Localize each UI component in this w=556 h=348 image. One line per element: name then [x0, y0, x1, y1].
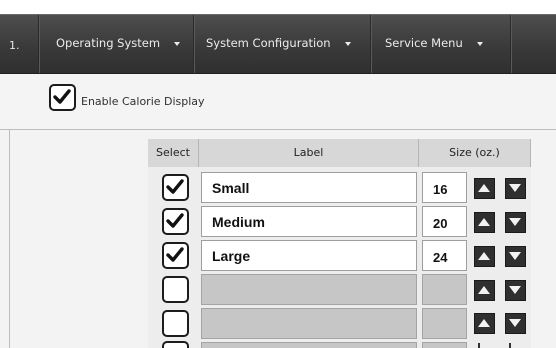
label-input-disabled	[201, 342, 417, 348]
size-up-button[interactable]	[474, 313, 495, 334]
size-input[interactable]: 16	[422, 172, 467, 203]
arrow-up-icon	[478, 286, 490, 294]
checkmark-icon	[166, 213, 184, 228]
arrow-up-icon	[478, 218, 490, 226]
label-input-value: Medium	[212, 214, 265, 230]
arrow-down-icon	[509, 252, 521, 260]
nav-separator	[38, 15, 39, 73]
size-up-button[interactable]	[474, 178, 495, 199]
menu-operating-system-label: Operating System	[56, 36, 161, 50]
row-select-checkbox[interactable]	[162, 242, 189, 269]
checkmark-icon	[166, 179, 184, 194]
menu-operating-system[interactable]: Operating System	[56, 36, 181, 50]
label-input-value: Large	[212, 248, 251, 264]
label-input-disabled	[201, 308, 417, 339]
size-input-disabled	[422, 274, 467, 305]
nav-menu-stub[interactable]: 1.	[9, 39, 20, 52]
size-input-value: 20	[433, 216, 448, 231]
size-down-button[interactable]	[509, 343, 511, 348]
size-down-button[interactable]	[505, 246, 526, 267]
arrow-down-icon	[509, 286, 521, 294]
arrow-down-icon	[509, 218, 521, 226]
column-header-size: Size (oz.)	[419, 139, 531, 167]
enable-calorie-label: Enable Calorie Display	[81, 95, 205, 108]
menu-system-configuration-label: System Configuration	[206, 36, 331, 50]
size-down-button[interactable]	[505, 212, 526, 233]
menu-system-configuration[interactable]: System Configuration	[206, 36, 351, 50]
size-down-button[interactable]	[505, 178, 526, 199]
size-up-button[interactable]	[474, 246, 495, 267]
size-up-button[interactable]	[474, 280, 495, 301]
nav-separator	[370, 15, 371, 73]
size-up-button[interactable]	[478, 343, 480, 348]
chevron-down-icon	[344, 41, 351, 46]
arrow-up-icon	[478, 319, 490, 327]
arrow-up-icon	[478, 184, 490, 192]
row-select-checkbox[interactable]	[162, 174, 189, 201]
arrow-up-icon	[478, 252, 490, 260]
label-input-value: Small	[212, 180, 250, 196]
size-input-value: 16	[433, 182, 448, 197]
size-input[interactable]: 24	[422, 240, 467, 271]
menu-service-menu[interactable]: Service Menu	[385, 36, 483, 50]
panel-left-border	[9, 130, 10, 348]
label-input[interactable]: Small	[201, 172, 417, 203]
menu-service-menu-label: Service Menu	[385, 36, 463, 50]
size-up-button[interactable]	[474, 212, 495, 233]
nav-separator	[193, 15, 194, 73]
size-input[interactable]: 20	[422, 206, 467, 237]
size-input-value: 24	[433, 250, 448, 265]
size-down-button[interactable]	[505, 313, 526, 334]
row-select-checkbox[interactable]	[162, 208, 189, 235]
chevron-down-icon	[476, 41, 483, 46]
checkmark-icon	[53, 89, 71, 104]
arrow-down-icon	[509, 319, 521, 327]
label-input[interactable]: Medium	[201, 206, 417, 237]
top-navigation-bar: 1. Operating System System Configuration…	[0, 15, 556, 74]
enable-calorie-checkbox[interactable]	[49, 84, 76, 111]
window-top-edge	[0, 0, 556, 15]
row-select-checkbox[interactable]	[162, 276, 189, 303]
nav-separator	[510, 15, 511, 73]
size-down-button[interactable]	[505, 280, 526, 301]
row-select-checkbox[interactable]	[162, 341, 189, 348]
chevron-down-icon	[174, 41, 181, 46]
size-input-disabled	[422, 308, 467, 339]
arrow-down-icon	[509, 184, 521, 192]
column-header-label: Label	[199, 139, 419, 167]
row-select-checkbox[interactable]	[162, 310, 189, 337]
column-header-select: Select	[148, 139, 199, 167]
size-input-disabled	[422, 342, 467, 348]
checkmark-icon	[166, 247, 184, 262]
label-input-disabled	[201, 274, 417, 305]
label-input[interactable]: Large	[201, 240, 417, 271]
